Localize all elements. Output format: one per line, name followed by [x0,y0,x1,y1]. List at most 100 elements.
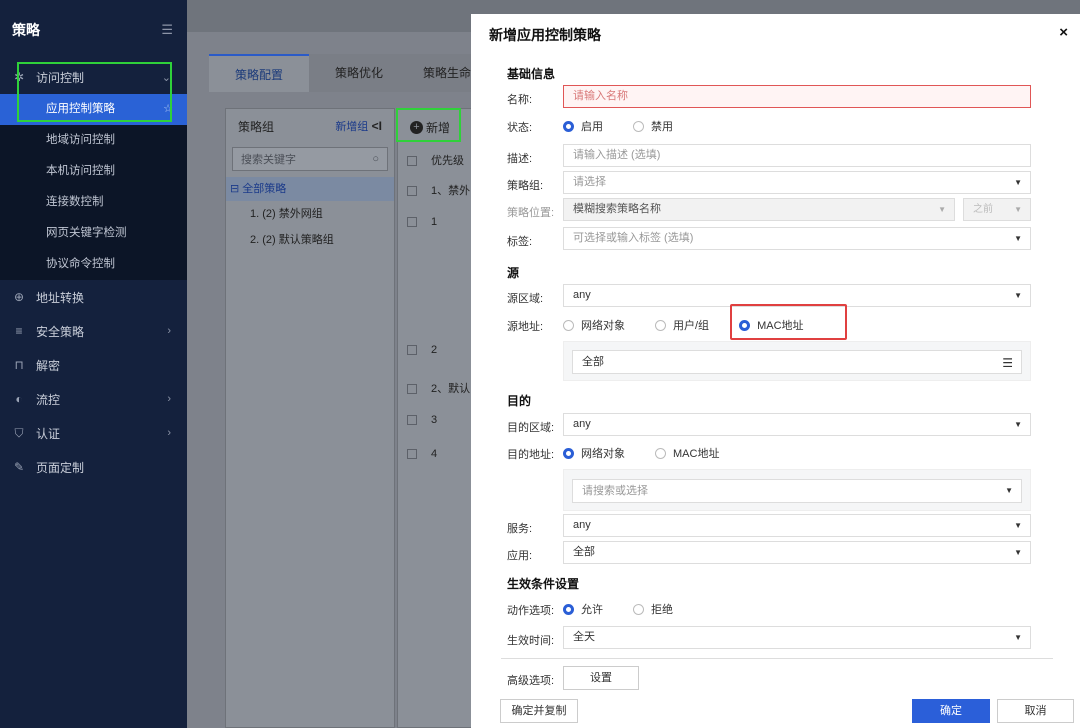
status-enabled-radio[interactable]: 启用 [563,118,603,134]
checkbox[interactable] [407,345,417,356]
highlight-box-red [730,304,847,340]
list-item-label: 1、禁外 [431,185,471,197]
radio-dot [655,447,666,459]
list-item[interactable]: 1、禁外 [407,182,470,198]
tree-root-all[interactable]: ⊟ 全部策略 [226,177,394,201]
sidebar-group-label: 页面定制 [36,460,85,475]
select-value: any [573,289,591,301]
tags-label: 标签: [507,236,533,248]
add-group-link[interactable]: 新增组 [335,121,368,133]
checkbox[interactable] [407,186,417,197]
dest-search-select[interactable]: 请搜索或选择 ▼ [572,479,1022,503]
advanced-label: 高级选项: [507,675,555,687]
sidebar-group-label: 解密 [36,358,61,373]
sidebar-item-local-access[interactable]: 本机访问控制 [0,156,187,187]
radio-label: MAC地址 [673,448,720,460]
tree-root-label: 全部策略 [242,183,287,195]
tags-select[interactable]: 可选择或输入标签 (选填) ▼ [563,227,1031,250]
list-item-label: 3 [431,414,438,426]
tab-policy-optimize[interactable]: 策略优化 [309,54,409,92]
highlight-box-green [396,108,461,142]
dest-addr-radio-group: 网络对象 MAC地址 [563,445,749,461]
confirm-button[interactable]: 确定 [912,699,990,723]
select-value: any [573,418,591,430]
radio-dot [563,319,574,331]
tree-search-input[interactable]: 搜索关键字 ○ [232,147,388,171]
select-value: 模糊搜索策略名称 [573,203,661,215]
service-select[interactable]: any ▼ [563,514,1031,537]
tree-item[interactable]: 1. (2) 禁外网组 [226,201,394,227]
list-icon[interactable]: ☰ [1002,352,1013,374]
select-value: 请搜索或选择 [582,485,648,497]
sidebar-group-label: 认证 [36,426,61,441]
caret-down-icon: ▼ [1005,486,1013,495]
group-select[interactable]: 请选择 ▼ [563,171,1031,194]
list-item-label: 1 [431,216,438,228]
app-select[interactable]: 全部 ▼ [563,541,1031,564]
source-mac-panel: 全部 ☰ [563,341,1031,381]
radio-label: 网络对象 [581,320,625,332]
collapse-icon[interactable]: <I [372,119,382,133]
list-item[interactable]: 4 [407,448,437,460]
dest-mac-radio[interactable]: MAC地址 [655,445,719,461]
sidebar-group-auth[interactable]: ⛉ 认证 › [0,416,187,450]
tab-policy-config[interactable]: 策略配置 [209,54,309,92]
checkbox[interactable] [407,384,417,395]
checkbox[interactable] [407,156,417,167]
checkbox[interactable] [407,449,417,460]
select-value: 之前 [973,204,993,215]
advanced-settings-button[interactable]: 设置 [563,666,639,690]
action-deny-radio[interactable]: 拒绝 [633,601,673,617]
caret-down-icon: ▼ [1014,291,1022,300]
checkbox[interactable] [407,415,417,426]
time-label: 生效时间: [507,635,555,647]
caret-down-icon: ▼ [1014,234,1022,243]
desc-input[interactable]: 请输入描述 (选填) [563,144,1031,167]
dest-zone-select[interactable]: any ▼ [563,413,1031,436]
dest-net-object-radio[interactable]: 网络对象 [563,445,625,461]
section-dest: 目的 [507,394,532,408]
cancel-button[interactable]: 取消 [997,699,1074,723]
dialog-title: 新增应用控制策略 [489,27,601,43]
sidebar-group-nat[interactable]: ⊕ 地址转换 [0,280,187,314]
source-user-group-radio[interactable]: 用户/组 [655,317,709,333]
list-item[interactable]: 2 [407,344,437,356]
sidebar-item-keyword-detect[interactable]: 网页关键字检测 [0,218,187,249]
source-net-object-radio[interactable]: 网络对象 [563,317,625,333]
time-select[interactable]: 全天 ▼ [563,626,1031,649]
sidebar-item-connection-limit[interactable]: 连接数控制 [0,187,187,218]
status-disabled-radio[interactable]: 禁用 [633,118,673,134]
section-basic: 基础信息 [507,67,556,81]
action-label: 动作选项: [507,605,555,617]
sidebar-group-page-custom[interactable]: ✎ 页面定制 [0,450,187,484]
tree-item[interactable]: 2. (2) 默认策略组 [226,227,394,253]
caret-down-icon: ▼ [938,205,946,214]
chevron-right-icon: › [167,325,171,337]
sidebar-group-security-policy[interactable]: ≡ 安全策略 › [0,314,187,348]
sidebar-item-geo-access[interactable]: 地域访问控制 [0,125,187,156]
list-item[interactable]: 2、默认 [407,380,470,396]
tree-title: 策略组 [238,119,275,134]
caret-down-icon: ▼ [1014,420,1022,429]
list-item[interactable]: 3 [407,414,437,426]
action-allow-radio[interactable]: 允许 [563,601,603,617]
radio-dot [655,319,666,331]
position-select[interactable]: 模糊搜索策略名称 ▼ [563,198,955,221]
tree-header: 策略组 新增组 <I [226,109,394,143]
position-order-select[interactable]: 之前 ▼ [963,198,1031,221]
name-input[interactable]: 请输入名称 [563,85,1031,108]
radio-dot [563,603,574,615]
checkbox[interactable] [407,217,417,228]
close-icon[interactable]: × [1059,24,1068,41]
dest-object-panel: 请搜索或选择 ▼ [563,469,1031,511]
source-mac-input[interactable]: 全部 ☰ [572,350,1022,374]
list-item-label: 2 [431,344,438,356]
sidebar-item-protocol-command[interactable]: 协议命令控制 [0,249,187,280]
edit-icon: ✎ [13,460,25,474]
sidebar-group-decrypt[interactable]: ⊓ 解密 [0,348,187,382]
sidebar-group-flow-control[interactable]: ◐ 流控 › [0,382,187,416]
confirm-and-copy-button[interactable]: 确定并复制 [500,699,578,723]
caret-down-icon: ▼ [1014,633,1022,642]
menu-toggle-icon[interactable]: ☰ [161,22,173,38]
list-item[interactable]: 1 [407,216,437,228]
